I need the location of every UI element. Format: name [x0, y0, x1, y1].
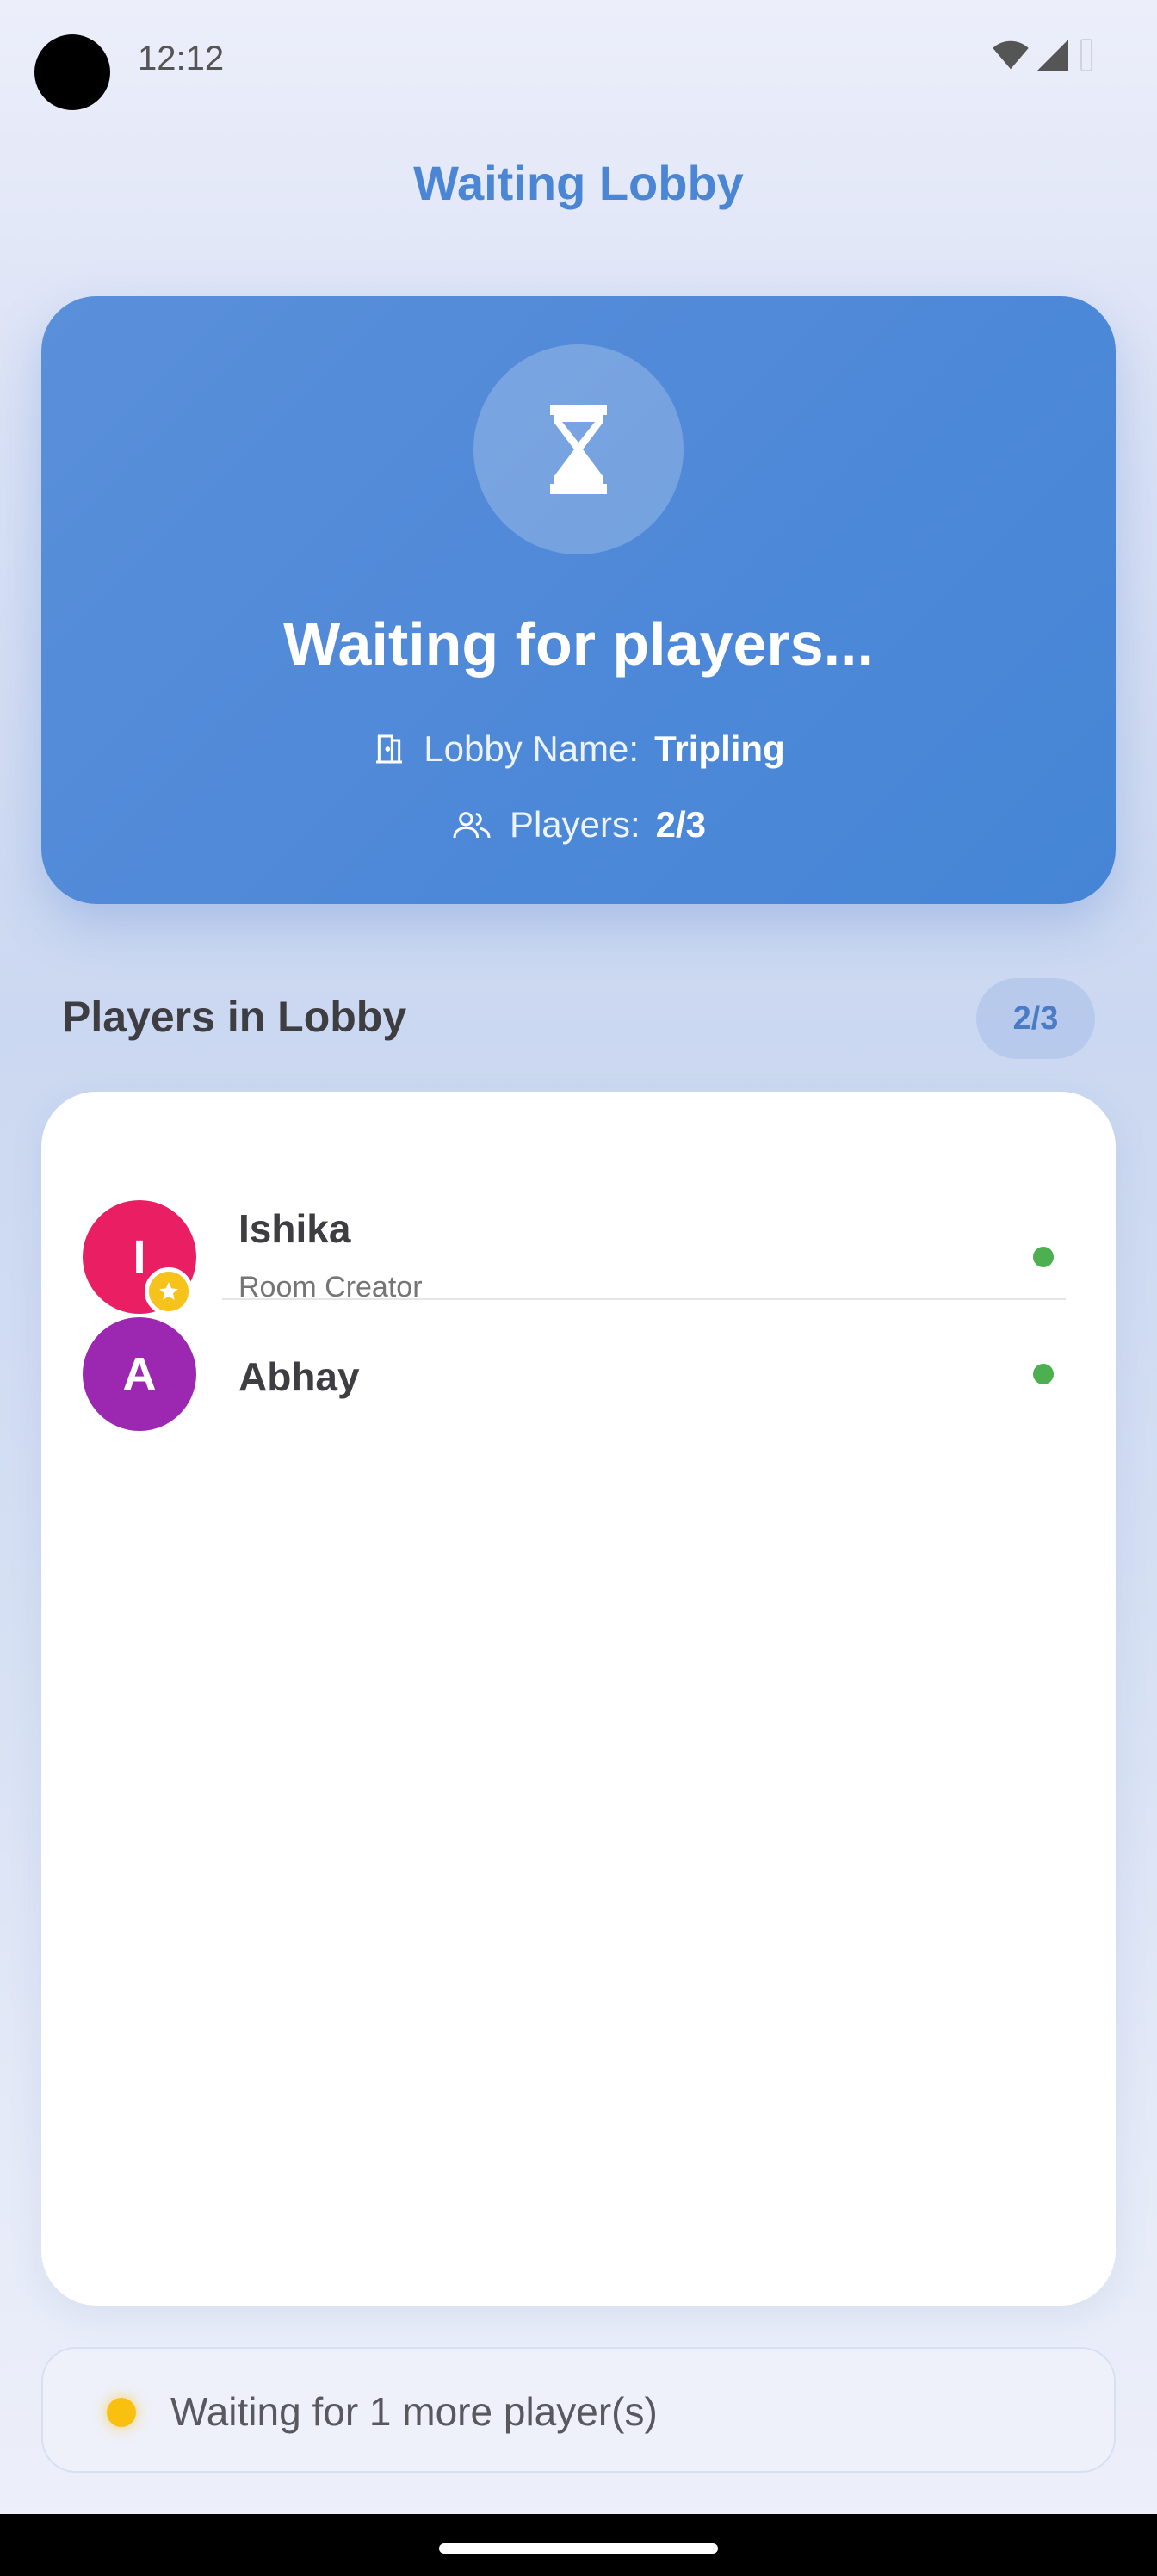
- player-name: Abhay: [238, 1354, 360, 1399]
- camera-cutout: [34, 34, 110, 110]
- lobby-name-value: Tripling: [654, 728, 785, 769]
- player-avatar: A: [83, 1317, 196, 1431]
- player-count-badge: 2/3: [976, 978, 1095, 1059]
- divider: [222, 1298, 1066, 1300]
- hourglass-icon-circle: [473, 344, 684, 554]
- status-icons: [992, 38, 1097, 72]
- player-row-abhay[interactable]: A Abhay: [41, 1092, 1116, 1431]
- online-status-dot: [1033, 1364, 1054, 1384]
- lobby-name-label: Lobby Name:: [424, 728, 640, 769]
- people-icon: [453, 812, 491, 839]
- waiting-status-banner: Waiting for 1 more player(s): [41, 2347, 1116, 2473]
- hourglass-icon: [550, 405, 607, 494]
- online-status-dot: [1033, 1247, 1054, 1267]
- players-label: Players:: [509, 804, 640, 845]
- lobby-status-card: Waiting for players... Lobby Name: Tripl…: [41, 296, 1116, 904]
- creator-badge: [145, 1267, 193, 1316]
- door-icon: [376, 734, 403, 764]
- waiting-status-text: Waiting for 1 more player(s): [170, 2389, 658, 2434]
- star-icon: [159, 1282, 178, 1300]
- waiting-heading: Waiting for players...: [283, 610, 874, 678]
- players-list: I Ishika Room Creator A Abhay: [41, 1092, 1116, 2306]
- wifi-icon: [993, 40, 1029, 70]
- players-value: 2/3: [655, 804, 707, 845]
- lobby-name-row: Lobby Name: Tripling: [41, 728, 1116, 770]
- page-title: Waiting Lobby: [413, 156, 744, 210]
- battery-icon: [1080, 39, 1092, 71]
- waiting-indicator-dot: [107, 2398, 136, 2427]
- players-count-row: Players: 2/3: [41, 804, 1116, 845]
- status-time: 12:12: [138, 40, 225, 77]
- players-section-title: Players in Lobby: [62, 993, 407, 1041]
- status-bar: 12:12: [0, 0, 1157, 121]
- home-gesture-handle[interactable]: [439, 2543, 718, 2554]
- cellular-signal-icon: [1037, 40, 1068, 71]
